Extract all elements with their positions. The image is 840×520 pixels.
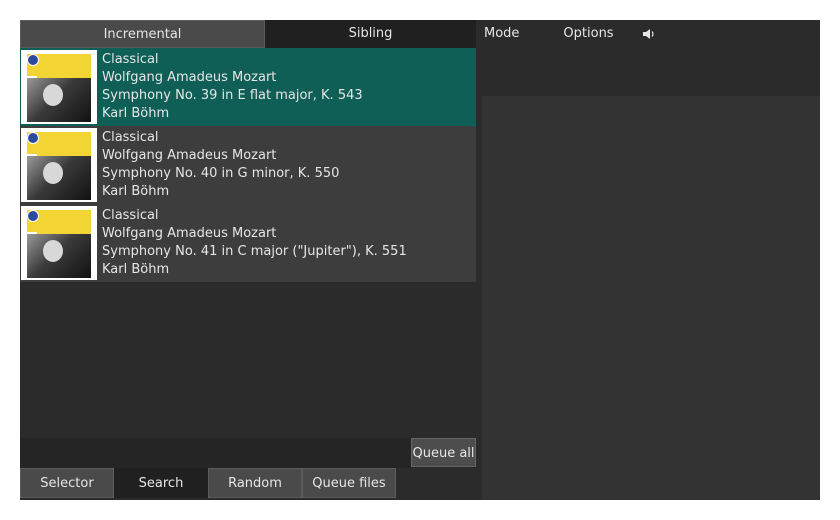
track-artist: Karl Böhm bbox=[102, 184, 170, 199]
track-info: Classical Wolfgang Amadeus Mozart Sympho… bbox=[97, 204, 407, 282]
tab-sibling[interactable]: Sibling bbox=[265, 20, 476, 48]
label-logo-icon bbox=[27, 54, 39, 66]
tab-incremental[interactable]: Incremental bbox=[20, 20, 265, 48]
track-info: Classical Wolfgang Amadeus Mozart Sympho… bbox=[97, 126, 339, 204]
queue-all-button[interactable]: Queue all bbox=[411, 438, 476, 467]
tab-selector[interactable]: Selector bbox=[20, 468, 114, 498]
menu-bar: Mode Options bbox=[476, 20, 820, 48]
now-playing-panel bbox=[482, 96, 820, 500]
tab-random[interactable]: Random bbox=[208, 468, 302, 498]
track-title: Symphony No. 40 in G minor, K. 550 bbox=[102, 166, 340, 181]
track-composer: Wolfgang Amadeus Mozart bbox=[102, 226, 277, 241]
tab-search[interactable]: Search bbox=[114, 468, 208, 498]
track-genre: Classical bbox=[102, 52, 159, 67]
track-list: Classical Wolfgang Amadeus Mozart Sympho… bbox=[20, 48, 476, 282]
menu-options[interactable]: Options bbox=[555, 20, 621, 48]
track-row[interactable]: Classical Wolfgang Amadeus Mozart Sympho… bbox=[20, 48, 476, 126]
track-genre: Classical bbox=[102, 130, 159, 145]
browser-pane: Incremental Sibling Classical Wolfgang A… bbox=[20, 20, 476, 500]
list-action-bar: Queue all bbox=[20, 438, 476, 468]
track-artist: Karl Böhm bbox=[102, 106, 170, 121]
label-logo-icon bbox=[27, 210, 39, 222]
tab-queue-files[interactable]: Queue files bbox=[302, 468, 396, 498]
speaker-icon[interactable] bbox=[642, 27, 656, 41]
label-logo-icon bbox=[27, 132, 39, 144]
track-genre: Classical bbox=[102, 208, 159, 223]
track-title: Symphony No. 41 in C major ("Jupiter"), … bbox=[102, 244, 407, 259]
album-cover bbox=[21, 206, 97, 280]
browse-mode-tabs: Incremental Sibling bbox=[20, 20, 476, 48]
track-row[interactable]: Classical Wolfgang Amadeus Mozart Sympho… bbox=[20, 126, 476, 204]
album-cover bbox=[21, 50, 97, 124]
track-row[interactable]: Classical Wolfgang Amadeus Mozart Sympho… bbox=[20, 204, 476, 282]
menu-mode[interactable]: Mode bbox=[476, 20, 527, 48]
track-info: Classical Wolfgang Amadeus Mozart Sympho… bbox=[97, 48, 363, 126]
album-cover bbox=[21, 128, 97, 202]
app-window: Incremental Sibling Classical Wolfgang A… bbox=[20, 20, 820, 500]
track-composer: Wolfgang Amadeus Mozart bbox=[102, 70, 277, 85]
view-tabs: Selector Search Random Queue files bbox=[20, 468, 396, 498]
track-title: Symphony No. 39 in E flat major, K. 543 bbox=[102, 88, 363, 103]
track-composer: Wolfgang Amadeus Mozart bbox=[102, 148, 277, 163]
track-artist: Karl Böhm bbox=[102, 262, 170, 277]
